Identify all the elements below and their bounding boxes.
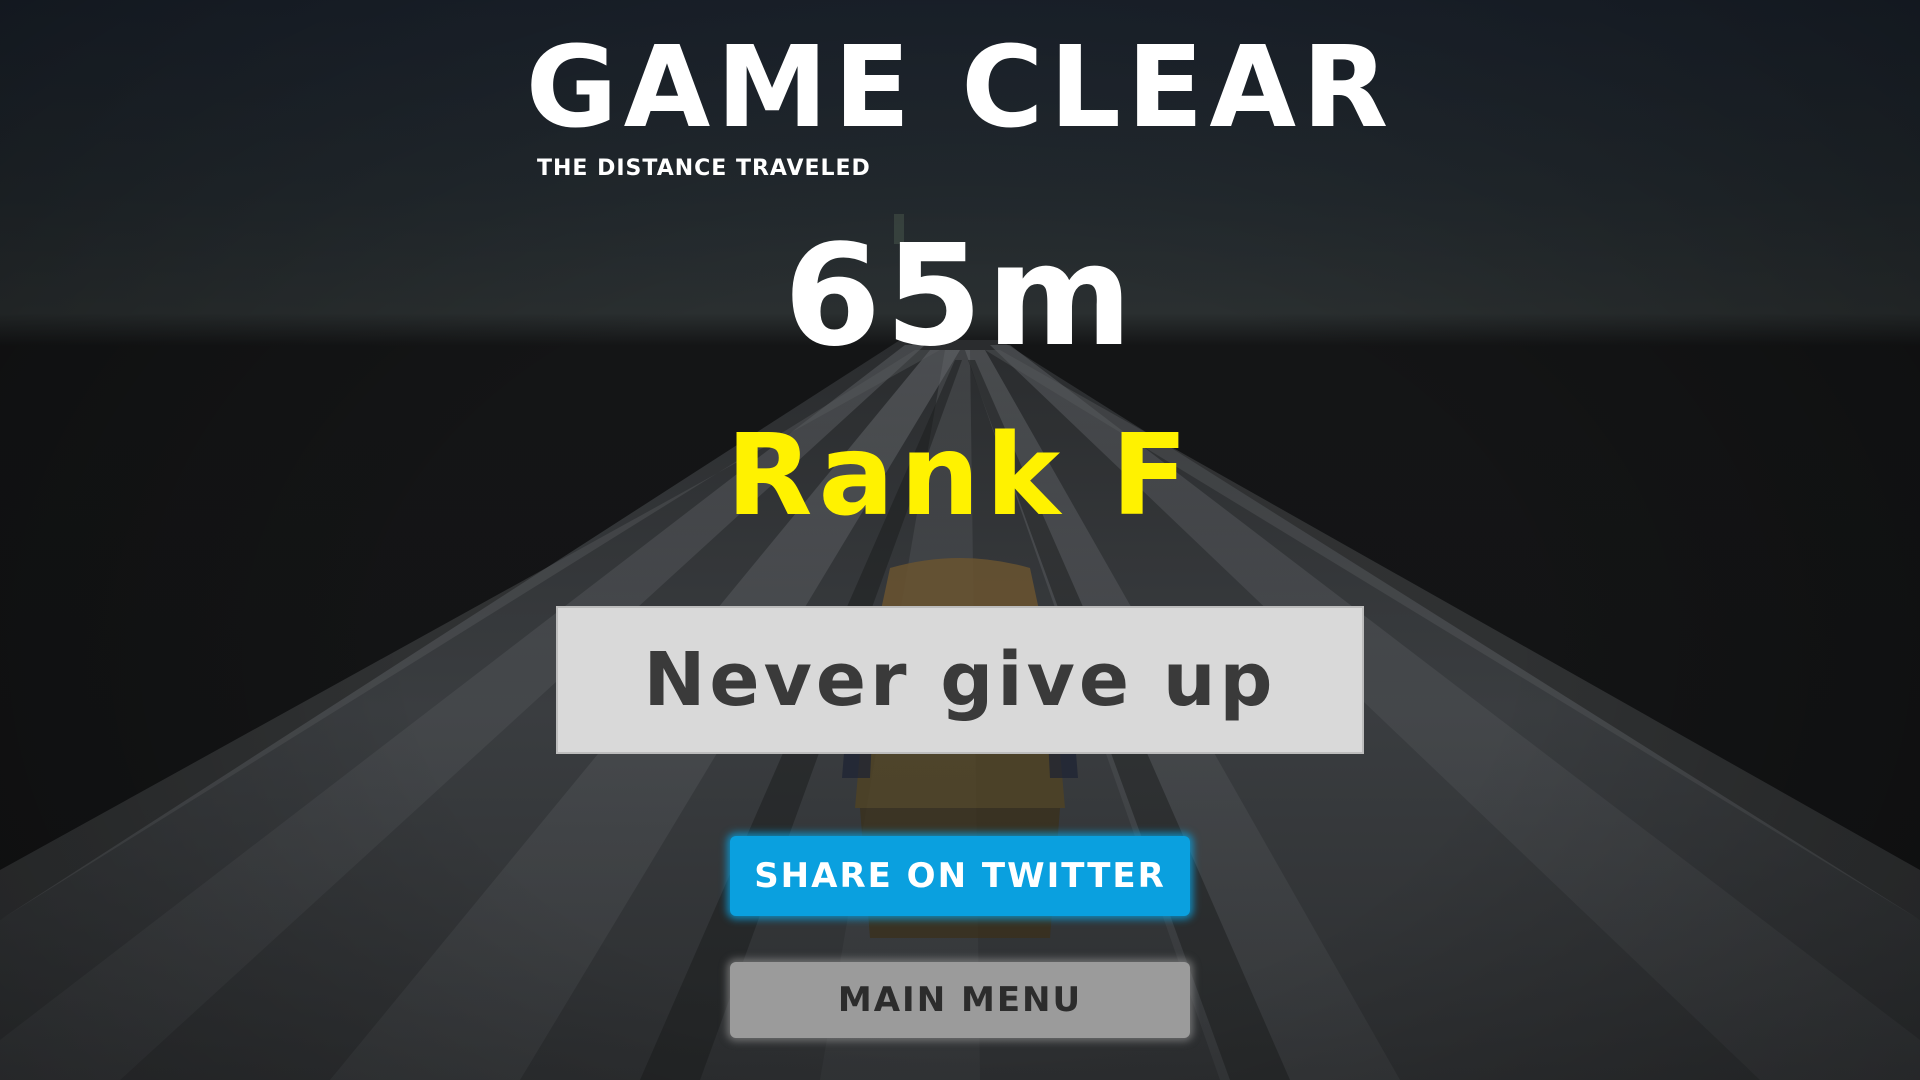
main-menu-button-label: MAIN MENU	[837, 980, 1083, 1020]
share-on-twitter-button[interactable]: SHARE ON TWITTER	[730, 836, 1190, 916]
main-menu-button[interactable]: MAIN MENU	[730, 962, 1190, 1038]
distance-label: THE DISTANCE TRAVELED	[537, 156, 871, 181]
game-over-screen: GAME CLEAR THE DISTANCE TRAVELED 65m Ran…	[0, 0, 1920, 1080]
rank-label: Rank F	[726, 411, 1194, 541]
distance-value: 65m	[783, 215, 1137, 378]
share-button-label: SHARE ON TWITTER	[754, 856, 1166, 896]
game-clear-title: GAME CLEAR	[525, 23, 1395, 153]
message-panel: Never give up	[556, 606, 1364, 754]
message-text: Never give up	[643, 637, 1277, 723]
